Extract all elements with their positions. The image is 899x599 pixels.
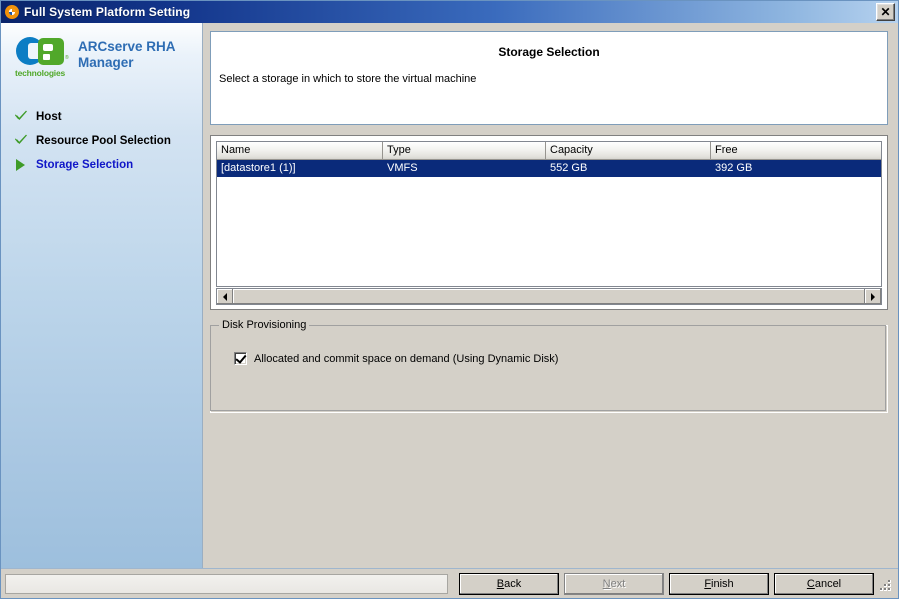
dialog-footer: Back Next Finish Cancel	[1, 568, 898, 598]
scrollbar-thumb[interactable]	[233, 289, 865, 304]
check-icon	[13, 110, 31, 124]
sidebar-step-resource-pool-selection[interactable]: Resource Pool Selection	[13, 130, 199, 152]
cancel-button[interactable]: Cancel	[774, 572, 874, 595]
cell-name: [datastore1 (1)]	[221, 162, 296, 174]
chevron-right-icon	[871, 292, 875, 301]
cell-capacity: 552 GB	[550, 162, 588, 174]
column-header-name[interactable]: Name	[217, 142, 383, 160]
check-icon	[13, 134, 31, 148]
ca-logo-technologies: technologies	[15, 68, 66, 78]
page-header-panel: Storage Selection Select a storage in wh…	[210, 31, 888, 125]
cancel-button-label: Cancel	[806, 577, 842, 590]
cell-type: VMFS	[387, 162, 418, 174]
column-header-capacity[interactable]: Capacity	[546, 142, 711, 160]
scrollbar-track[interactable]	[233, 289, 865, 304]
finish-button[interactable]: Finish	[669, 572, 769, 595]
column-header-free[interactable]: Free	[711, 142, 881, 160]
column-header-type[interactable]: Type	[383, 142, 546, 160]
storage-table-body: [datastore1 (1)] VMFS 552 GB 392 GB	[217, 160, 881, 177]
next-button-label: Next	[602, 577, 626, 590]
dynamic-disk-checkbox-row[interactable]: Allocated and commit space on demand (Us…	[234, 352, 558, 365]
page-description: Select a storage in which to store the v…	[219, 73, 477, 85]
title-bar: Full System Platform Setting ✕	[1, 1, 898, 23]
product-name-line2: Manager	[78, 55, 134, 70]
sidebar-step-host[interactable]: Host	[13, 106, 199, 128]
storage-table-header: Name Type Capacity Free	[217, 142, 881, 160]
wizard-sidebar: ® technologies ARCserve RHA Manager Host…	[1, 23, 203, 568]
dynamic-disk-checkbox-label: Allocated and commit space on demand (Us…	[254, 352, 559, 365]
next-button: Next	[564, 572, 664, 595]
dialog-content: ® technologies ARCserve RHA Manager Host…	[1, 23, 898, 568]
horizontal-scrollbar[interactable]	[216, 288, 882, 305]
scroll-left-button[interactable]	[217, 289, 233, 304]
ca-logo-registered: ®	[65, 55, 69, 61]
back-button[interactable]: Back	[459, 572, 559, 595]
sidebar-step-storage-selection[interactable]: Storage Selection	[13, 154, 199, 176]
ca-logo-mark: ®	[15, 37, 70, 67]
brand-block: ® technologies ARCserve RHA Manager	[15, 37, 176, 78]
table-row[interactable]: [datastore1 (1)] VMFS 552 GB 392 GB	[217, 160, 881, 177]
disk-provisioning-legend: Disk Provisioning	[219, 319, 310, 331]
back-button-label: Back	[496, 577, 522, 590]
resize-grip[interactable]	[878, 576, 894, 592]
dynamic-disk-checkbox[interactable]	[234, 352, 247, 365]
sidebar-step-label: Resource Pool Selection	[36, 135, 171, 147]
dialog-window: Full System Platform Setting ✕ ® technol…	[0, 0, 899, 599]
page-title: Storage Selection	[498, 45, 600, 59]
close-icon: ✕	[880, 5, 891, 19]
wizard-step-list: Host Resource Pool Selection Storage Sel…	[13, 106, 199, 178]
disk-provisioning-group: Disk Provisioning Allocated and commit s…	[210, 319, 888, 413]
window-title: Full System Platform Setting	[24, 5, 191, 19]
arrow-right-icon	[13, 158, 31, 172]
ca-logo: ® technologies	[15, 37, 70, 78]
storage-list-panel: Name Type Capacity Free [datastore1 (1)]…	[210, 135, 888, 310]
close-button[interactable]: ✕	[876, 3, 895, 21]
finish-button-label: Finish	[704, 577, 734, 590]
product-name: ARCserve RHA Manager	[78, 37, 176, 71]
sidebar-step-label: Storage Selection	[36, 159, 134, 171]
status-bar-field	[5, 573, 448, 594]
scroll-right-button[interactable]	[865, 289, 881, 304]
storage-listview[interactable]: Name Type Capacity Free [datastore1 (1)]…	[216, 141, 882, 287]
chevron-left-icon	[223, 292, 227, 301]
wizard-page: Storage Selection Select a storage in wh…	[203, 23, 898, 568]
cell-free: 392 GB	[715, 162, 753, 174]
arcserve-swirl-icon	[4, 4, 20, 20]
ca-logo-a	[38, 38, 64, 65]
product-name-line1: ARCserve RHA	[78, 39, 176, 54]
sidebar-step-label: Host	[36, 111, 62, 123]
